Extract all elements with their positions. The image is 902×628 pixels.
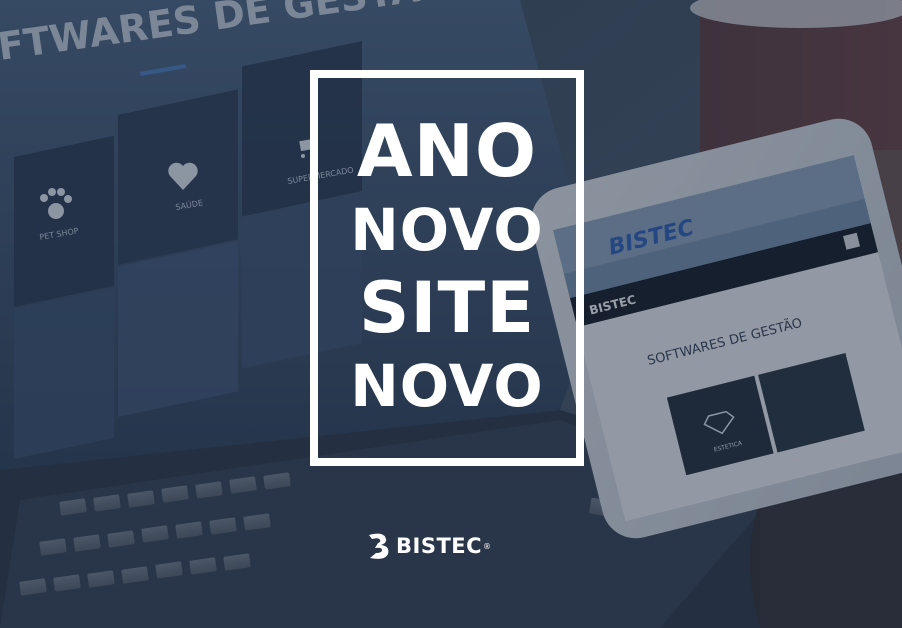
headline-line-2: NOVO: [350, 196, 544, 264]
headline-frame: ANO NOVO SITE NOVO: [310, 70, 584, 466]
headline-line-3: SITE: [358, 267, 536, 349]
brand-mark-icon: [369, 533, 389, 559]
brand-name: BISTEC: [396, 534, 483, 558]
ad-banner: FTWARES DE GESTÃO PET SHOP SAÚDE SUPERME…: [0, 0, 902, 628]
headline-line-1: ANO: [356, 109, 538, 193]
headline-line-4: NOVO: [350, 352, 544, 420]
registered-mark: ®: [483, 541, 492, 551]
brand-logo: BISTEC ®: [366, 531, 491, 561]
